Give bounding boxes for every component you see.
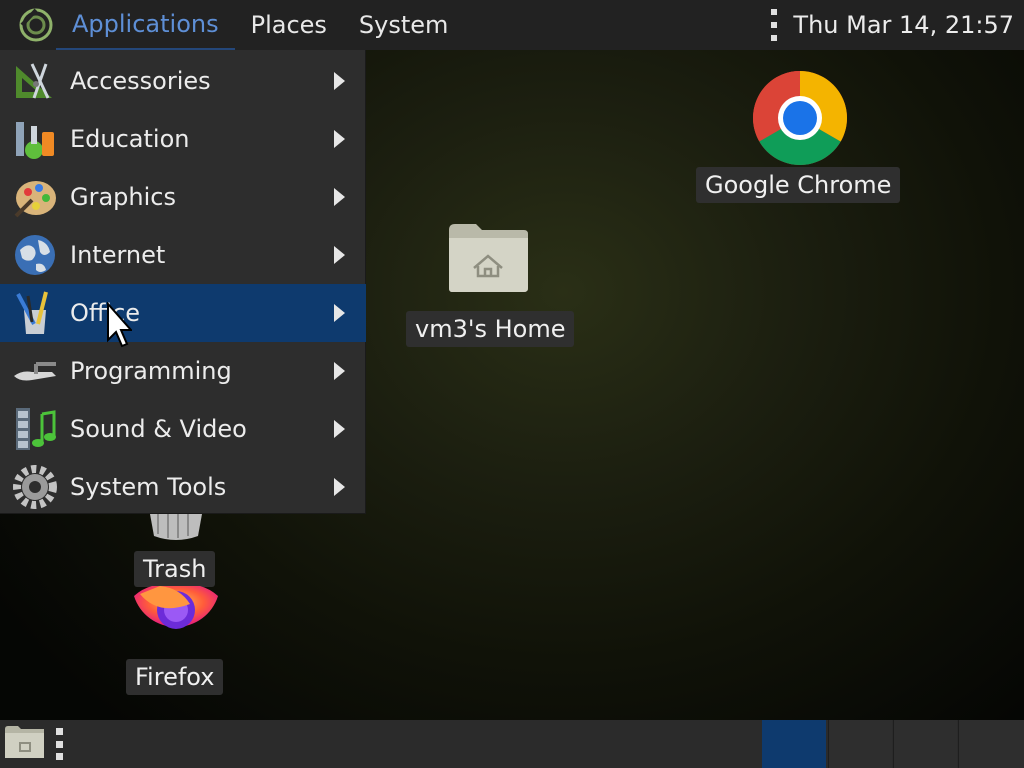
workspace-1[interactable]	[762, 720, 826, 768]
submenu-arrow-icon	[334, 72, 345, 90]
google-chrome-icon[interactable]	[752, 70, 848, 170]
sound-video-icon	[16, 408, 56, 450]
workspace-4[interactable]	[958, 720, 1024, 768]
submenu-arrow-icon	[334, 478, 345, 496]
applications-dropdown: Accessories Education Graphics Internet …	[0, 50, 366, 514]
graphics-icon	[14, 181, 56, 218]
menu-item-sound-video[interactable]: Sound & Video	[0, 400, 366, 458]
system-tools-icon	[13, 465, 57, 509]
mouse-cursor-icon	[107, 302, 132, 348]
workspace-3[interactable]	[893, 720, 957, 768]
workspace-2[interactable]	[828, 720, 892, 768]
accessories-icon	[16, 63, 52, 99]
submenu-arrow-icon	[334, 362, 345, 380]
menu-item-system-tools[interactable]: System Tools	[0, 458, 366, 516]
menu-item-graphics[interactable]: Graphics	[0, 168, 366, 226]
submenu-arrow-icon	[334, 420, 345, 438]
panel-handle-icon[interactable]	[769, 9, 779, 41]
home-folder-icon[interactable]	[446, 222, 530, 298]
top-panel: Applications Places System Thu Mar 14, 2…	[0, 0, 1024, 50]
google-chrome-label[interactable]: Google Chrome	[696, 167, 901, 203]
menu-item-education[interactable]: Education	[0, 110, 366, 168]
menu-item-accessories[interactable]: Accessories	[0, 52, 366, 110]
trash-label[interactable]: Trash	[134, 551, 216, 587]
office-icon	[16, 291, 48, 334]
menu-item-office[interactable]: Office	[0, 284, 366, 342]
applications-menu[interactable]: Applications	[56, 0, 235, 50]
system-menu[interactable]: System	[343, 0, 465, 50]
menu-item-internet[interactable]: Internet	[0, 226, 366, 284]
submenu-arrow-icon	[334, 246, 345, 264]
submenu-arrow-icon	[334, 304, 345, 322]
submenu-arrow-icon	[334, 188, 345, 206]
menu-item-programming[interactable]: Programming	[0, 342, 366, 400]
clock[interactable]: Thu Mar 14, 21:57	[793, 11, 1014, 39]
show-desktop-icon[interactable]	[4, 725, 46, 763]
menu-item-label: Education	[70, 125, 190, 153]
menu-item-label: Programming	[70, 357, 232, 385]
internet-icon	[15, 235, 55, 275]
trash-icon[interactable]	[146, 514, 206, 546]
gnome-foot-icon[interactable]	[16, 5, 56, 45]
programming-icon	[14, 362, 56, 381]
panel-handle-icon[interactable]	[56, 728, 64, 760]
firefox-label[interactable]: Firefox	[126, 659, 224, 695]
education-icon	[16, 122, 54, 159]
home-folder-label[interactable]: vm3's Home	[406, 311, 575, 347]
menu-item-label: Internet	[70, 241, 166, 269]
menu-item-label: Graphics	[70, 183, 176, 211]
menu-item-label: System Tools	[70, 473, 227, 501]
places-menu[interactable]: Places	[235, 0, 343, 50]
firefox-icon[interactable]	[130, 586, 222, 660]
submenu-arrow-icon	[334, 130, 345, 148]
menu-item-label: Accessories	[70, 67, 211, 95]
menu-item-label: Sound & Video	[70, 415, 247, 443]
